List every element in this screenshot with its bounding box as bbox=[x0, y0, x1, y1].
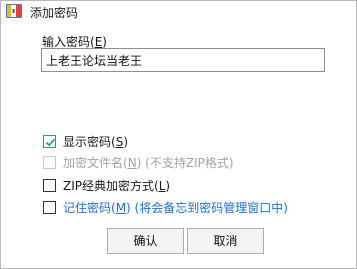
window-title: 添加密码 bbox=[30, 6, 79, 20]
checkbox-unchecked-icon[interactable] bbox=[43, 200, 56, 214]
add-password-dialog: 添加密码 输入密码(E) 显示密码(S) 加密文件名(N) (不支持ZIP格式)… bbox=[0, 0, 357, 269]
ok-button[interactable]: 确认 bbox=[107, 228, 184, 254]
remember-password-checkbox[interactable]: 记住密码(M) (将会备忘到密码管理窗口中) bbox=[43, 199, 288, 215]
show-password-checkbox[interactable]: 显示密码(S) bbox=[43, 133, 128, 149]
checkbox-unchecked-icon[interactable] bbox=[43, 178, 56, 192]
checkbox-disabled-icon bbox=[43, 155, 56, 169]
zip-classic-encryption-checkbox[interactable]: ZIP经典加密方式(L) bbox=[43, 177, 170, 193]
encrypt-filenames-checkbox: 加密文件名(N) (不支持ZIP格式) bbox=[43, 154, 234, 170]
show-password-label: 显示密码(S) bbox=[63, 134, 128, 149]
cancel-button[interactable]: 取消 bbox=[187, 228, 264, 254]
title-bar: 添加密码 bbox=[1, 1, 356, 21]
checkbox-checked-icon[interactable] bbox=[43, 134, 56, 148]
archive-app-icon bbox=[6, 4, 22, 18]
zip-classic-encryption-label: ZIP经典加密方式(L) bbox=[63, 178, 171, 193]
remember-password-label: 记住密码(M) (将会备忘到密码管理窗口中) bbox=[63, 200, 288, 215]
encrypt-filenames-label: 加密文件名(N) (不支持ZIP格式) bbox=[63, 155, 234, 170]
password-input[interactable] bbox=[41, 48, 325, 72]
